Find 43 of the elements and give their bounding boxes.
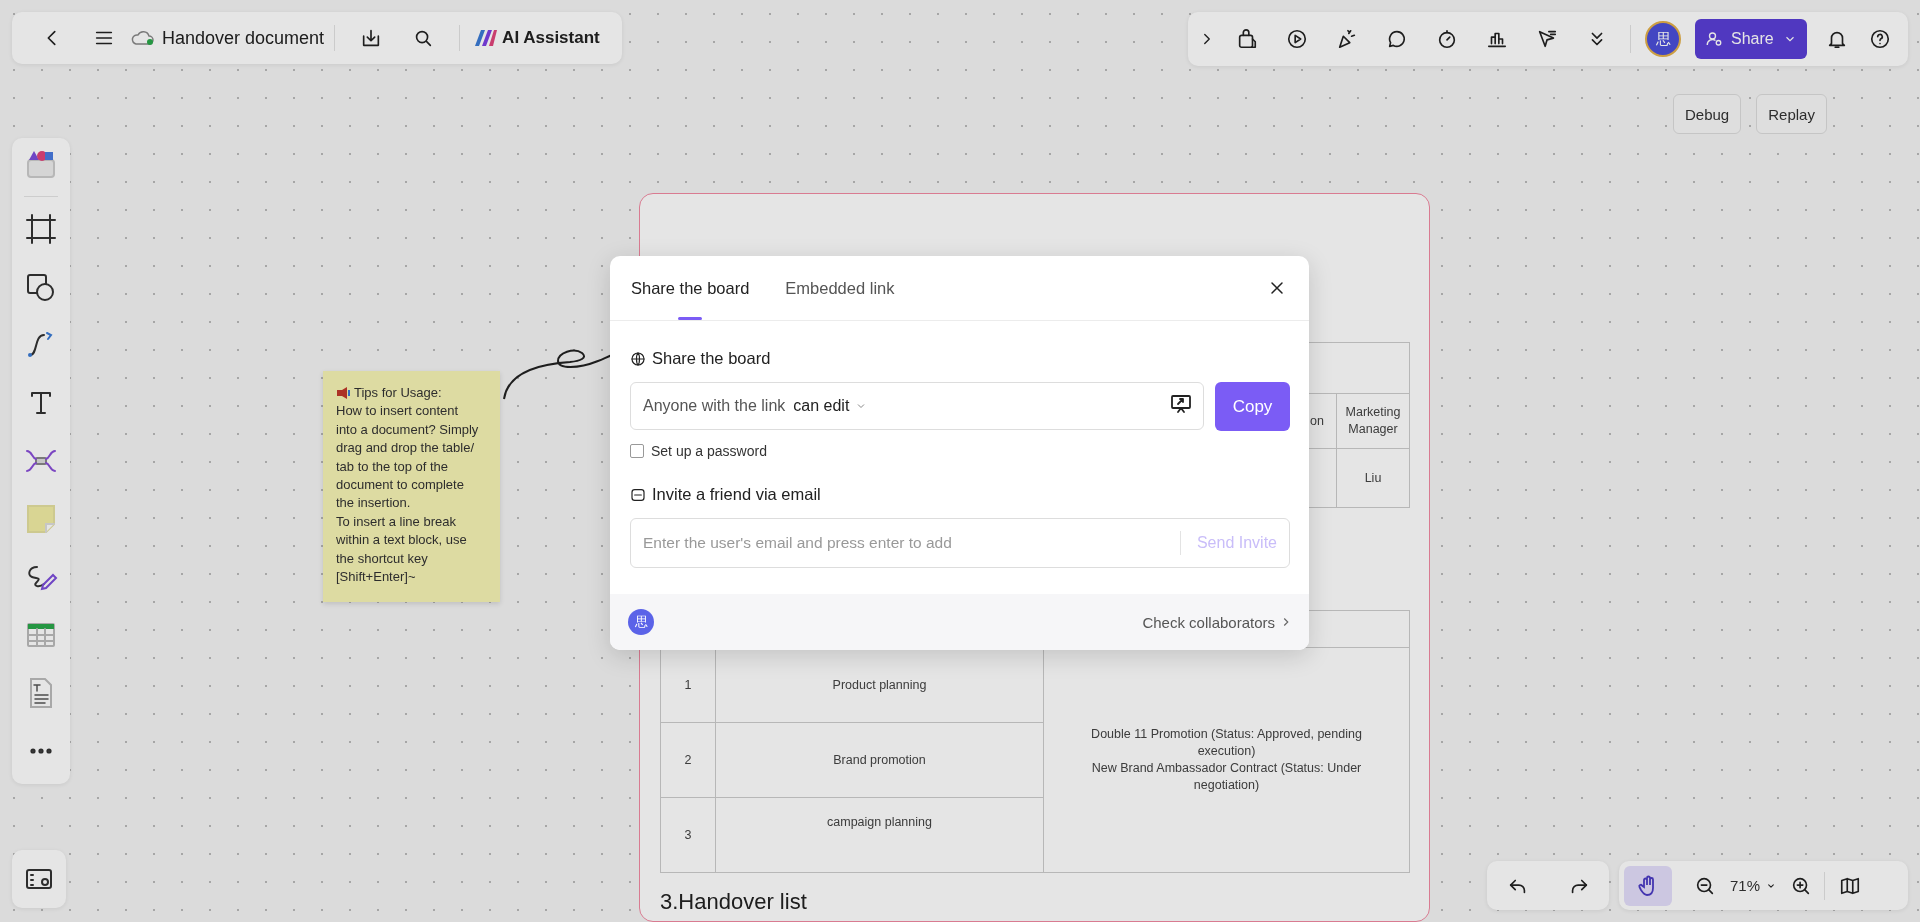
ai-logo	[474, 29, 499, 47]
megaphone-icon	[336, 387, 351, 400]
checkbox-label: Set up a password	[651, 443, 767, 459]
share-link-field[interactable]: Anyone with the link can edit	[630, 382, 1204, 430]
table-cell: Liu	[1336, 448, 1410, 508]
help-icon[interactable]	[1869, 28, 1891, 50]
note-heading: Tips for Usage:	[354, 384, 442, 402]
share-button[interactable]: Share	[1695, 19, 1807, 59]
pointer-icon[interactable]	[1536, 28, 1558, 50]
timer-icon[interactable]	[1436, 28, 1458, 50]
table-cell: Marketing Manager	[1336, 393, 1410, 449]
note-text: How to insert content into a document? Simply drag and drop the table/ tab to the top of the document to complete the insertion.	[336, 402, 480, 513]
mail-icon	[630, 486, 646, 503]
play-icon[interactable]	[1286, 28, 1308, 50]
canvas-button[interactable]: Replay	[1756, 94, 1827, 134]
table-cell: 3	[660, 797, 716, 873]
presentation-icon[interactable]	[1169, 392, 1193, 416]
section-heading: 3.Handover list	[660, 889, 808, 915]
permission-dropdown[interactable]: can edit	[793, 397, 868, 415]
document-title[interactable]: Handover document	[162, 27, 325, 49]
canvas-button[interactable]: Debug	[1673, 94, 1742, 134]
ai-assistant-button[interactable]: AI Assistant	[470, 28, 604, 48]
party-popper-icon[interactable]	[1336, 28, 1358, 50]
globe-icon	[630, 350, 646, 367]
section-title: Share the board	[652, 349, 771, 368]
link-scope-label: Anyone with the link	[643, 397, 786, 415]
zoom-level[interactable]: 71%	[1726, 877, 1765, 894]
frame-icon[interactable]	[23, 211, 59, 247]
note-text: To insert a line break within a text block, use the shortcut key [Shift+Enter]~	[336, 512, 468, 587]
hand-tool-button[interactable]	[1624, 865, 1672, 906]
copy-button[interactable]: Copy	[1215, 382, 1290, 431]
section-title: Invite a friend via email	[652, 485, 821, 504]
comment-icon[interactable]	[1386, 28, 1408, 50]
check-collaborators-link[interactable]: Check collaborators	[1142, 613, 1293, 631]
dialog-tab[interactable]: Share the board	[615, 256, 766, 320]
cloud-sync-icon	[130, 28, 156, 48]
collaborator-avatar: 思	[628, 609, 654, 635]
user-avatar[interactable]: 思	[1645, 21, 1681, 57]
checkbox[interactable]	[630, 444, 644, 458]
sticky-lock-icon[interactable]	[1236, 28, 1258, 50]
dialog-tab[interactable]: Embedded link	[769, 256, 911, 320]
person-icon	[1705, 30, 1723, 48]
table-cell: 2	[660, 722, 716, 798]
